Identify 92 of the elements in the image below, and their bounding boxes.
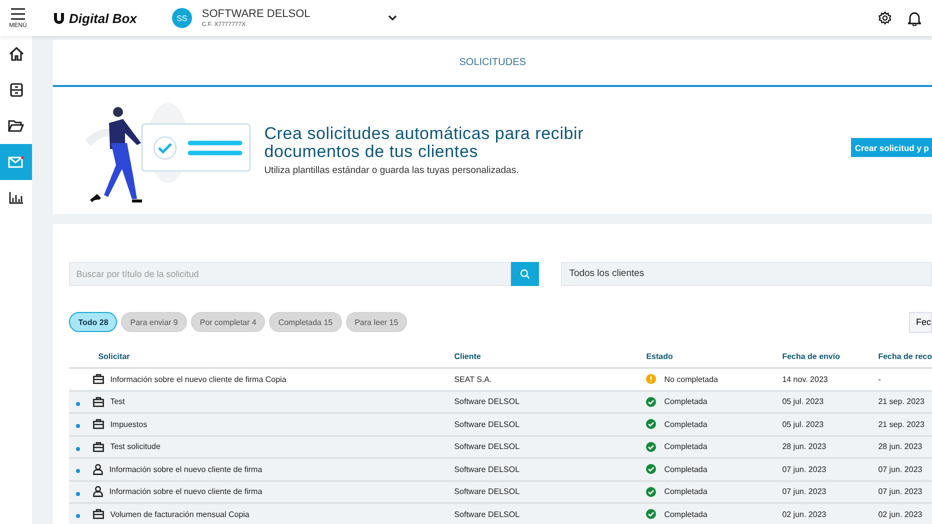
settings-icon[interactable]: [878, 11, 892, 25]
sort-button[interactable]: Fec: [909, 312, 932, 332]
status-cell: Completada: [664, 487, 708, 496]
unread-dot: [76, 469, 80, 474]
status-cell: Completada: [664, 420, 708, 429]
home-icon: [8, 47, 24, 61]
column-header: Fecha de reco: [878, 352, 932, 360]
client-cell-text: Software DELSOL: [454, 397, 521, 406]
briefcase-icon: [93, 442, 104, 452]
received-date-cell-text: 02 jun. 2023: [878, 510, 924, 519]
table-row[interactable]: Información sobre el nuevo cliente de firma Software DELSOL Completada 07 jun. 2023 07 jun. 2023: [69, 482, 932, 504]
client-cell-text: Software DELSOL: [454, 442, 521, 452]
drawer-icon: [10, 83, 23, 97]
check-circle-icon: [646, 509, 656, 520]
request-title: Impuestos: [110, 420, 148, 429]
sent-date-cell-text: 02 jun. 2023: [782, 510, 828, 519]
request-title: Información sobre el nuevo cliente de firma: [109, 464, 262, 474]
status-cell: Completada: [664, 464, 708, 474]
search-field[interactable]: Buscar por título de la solicitud: [69, 262, 512, 286]
table-row[interactable]: Información sobre el nuevo cliente de firma Software DELSOL Completada 07 jun. 2023 07 jun. 2023: [69, 459, 932, 482]
check-circle-icon: [646, 464, 656, 474]
briefcase-icon: [93, 419, 104, 430]
filter-chip[interactable]: Para leer 15: [346, 312, 408, 332]
request-title: Test solicitude: [110, 442, 160, 452]
chevron-down-icon[interactable]: [388, 15, 398, 21]
column-header: Estado: [646, 352, 674, 360]
received-date-cell-text: 28 jun. 2023: [878, 442, 924, 452]
sent-date-cell-text: 28 jun. 2023: [782, 442, 828, 452]
check-circle-icon: [646, 396, 656, 407]
client-cell-text: Software DELSOL: [454, 510, 521, 519]
status-cell: Completada: [664, 510, 708, 519]
received-date-cell-text: 07 jun. 2023: [878, 464, 924, 474]
banner-subtitle: Utiliza plantillas estándar o guarda las tuyas personalizadas.: [264, 165, 520, 176]
column-header: Cliente: [454, 352, 482, 360]
briefcase-icon: [93, 509, 104, 520]
status-cell: Completada: [664, 397, 708, 406]
person-icon: [93, 464, 104, 475]
status-cell: No completada: [664, 374, 718, 384]
banner-title: Crea solicitudes automáticas para recibir documentos de tus clientes: [264, 125, 585, 161]
table-row[interactable]: Test solicitude Software DELSOL Completada 28 jun. 2023 28 jun. 2023: [69, 436, 932, 459]
warning-icon: [646, 374, 656, 384]
client-cell-text: Software DELSOL: [454, 487, 521, 496]
notification-bell-icon[interactable]: [908, 10, 921, 26]
received-date-cell-text: -: [878, 374, 882, 384]
folder-icon: [8, 120, 24, 132]
check-circle-icon: [646, 442, 656, 452]
company-name: SOFTWARE DELSOL: [202, 8, 310, 20]
filter-chip[interactable]: Para enviar 9: [121, 312, 187, 332]
client-cell-text: SEAT S.A.: [454, 374, 493, 384]
person-icon: [93, 486, 104, 498]
menu-icon[interactable]: [11, 8, 25, 20]
sent-date-cell-text: 05 jul. 2023: [782, 397, 825, 406]
table-row[interactable]: Volumen de facturación mensual Copia Software DELSOL Completada 02 jun. 2023 02 jun. 2023: [69, 504, 932, 524]
check-circle-icon: [646, 419, 656, 430]
unread-dot: [76, 424, 80, 428]
unread-dot: [76, 514, 80, 518]
unread-dot: [76, 402, 80, 406]
briefcase-icon: [93, 396, 104, 407]
filter-chip[interactable]: Completada 15: [269, 312, 342, 332]
page-title: SOLICITUDES: [459, 57, 526, 68]
status-cell: Completada: [664, 442, 708, 452]
sent-date-cell-text: 05 jul. 2023: [782, 420, 825, 429]
received-date-cell-text: 07 jun. 2023: [878, 487, 924, 496]
sent-date-cell-text: 14 nov. 2023: [782, 374, 829, 384]
sent-date-cell-text: 07 jun. 2023: [782, 487, 828, 496]
request-title: Información sobre el nuevo cliente de firma Copia: [110, 374, 286, 384]
received-date-cell-text: 21 sep. 2023: [878, 397, 926, 406]
column-header: Solicitar: [97, 352, 131, 360]
mail-icon: [8, 156, 24, 168]
filter-chip[interactable]: Todo 28: [69, 312, 118, 332]
company-avatar: SS: [172, 8, 192, 28]
column-header: Fecha de envío: [782, 352, 841, 360]
check-circle-icon: [646, 486, 656, 497]
client-cell-text: Software DELSOL: [454, 464, 521, 474]
received-date-cell-text: 21 sep. 2023: [878, 420, 926, 429]
request-title: Información sobre el nuevo cliente de firma: [109, 487, 262, 496]
logo-icon: [53, 12, 65, 24]
client-select[interactable]: Todos los clientes: [561, 262, 932, 286]
unread-dot: [76, 492, 80, 496]
table-row[interactable]: Impuestos Software DELSOL Completada 05 jul. 2023 21 sep. 2023: [69, 414, 932, 436]
request-title: Volumen de facturación mensual Copia: [110, 510, 250, 519]
search-button[interactable]: [511, 262, 540, 286]
client-cell-text: Software DELSOL: [454, 420, 521, 429]
bar-chart-icon: [9, 192, 24, 204]
logo-text: Digital Box: [69, 10, 137, 26]
filter-chip[interactable]: Por completar 4: [190, 312, 266, 332]
search-icon: [520, 269, 530, 279]
table-row[interactable]: Test Software DELSOL Completada 05 jul. 2023 21 sep. 2023: [69, 392, 932, 414]
sent-date-cell-text: 07 jun. 2023: [782, 464, 828, 474]
briefcase-icon: [93, 374, 104, 384]
request-title: Test: [110, 397, 125, 406]
unread-dot: [76, 446, 80, 451]
